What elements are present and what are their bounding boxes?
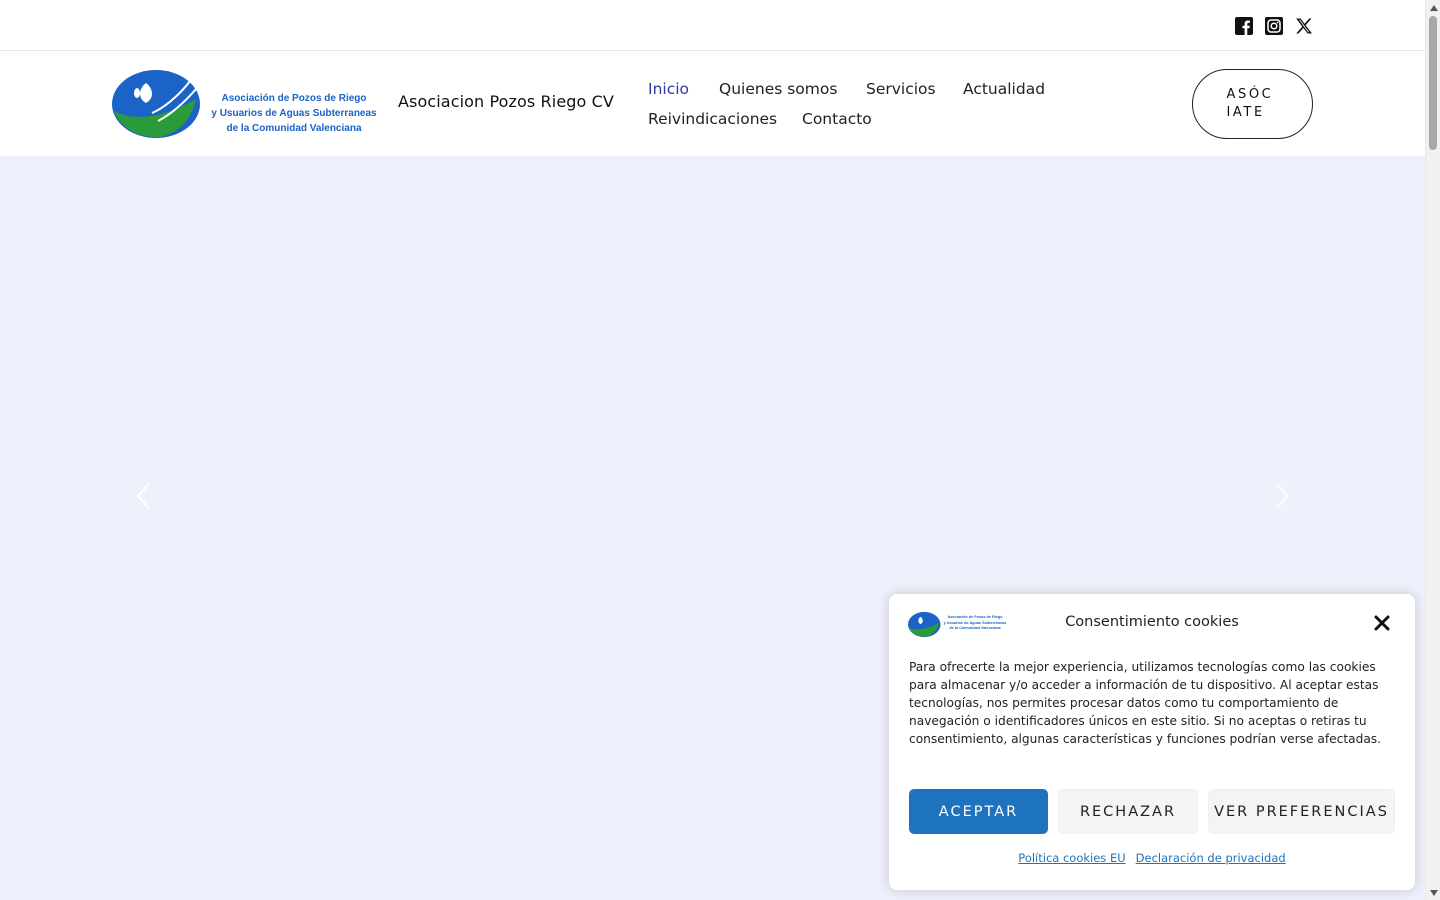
slider-prev-button[interactable] — [132, 480, 156, 512]
scroll-thumb[interactable] — [1429, 16, 1437, 150]
close-icon[interactable] — [1373, 614, 1391, 632]
privacy-statement-link[interactable]: Declaración de privacidad — [1136, 851, 1286, 865]
nav-item-servicios[interactable]: Servicios — [866, 80, 936, 98]
logo-text: Asociación de Pozos de Riego y Usuarios … — [204, 91, 384, 136]
asociate-button-label: ASÓCIATE — [1226, 87, 1274, 120]
nav-item-actualidad[interactable]: Actualidad — [963, 80, 1045, 98]
reject-cookies-button[interactable]: RECHAZAR — [1058, 789, 1198, 834]
logo-text-line: y Usuarios de Aguas Subterraneas — [211, 108, 377, 119]
logo-text-line: de la Comunidad Valenciana — [226, 123, 362, 134]
asociate-button[interactable]: ASÓCIATE — [1192, 69, 1313, 139]
accept-cookies-button[interactable]: ACEPTAR — [909, 789, 1048, 834]
site-title[interactable]: Asociacion Pozos Riego CV — [398, 92, 614, 111]
logo-text-line: Asociación de Pozos de Riego — [221, 93, 367, 104]
chevron-right-icon — [1276, 483, 1290, 509]
site-logo[interactable]: Asociación de Pozos de Riego y Usuarios … — [112, 69, 382, 139]
top-social-bar — [0, 0, 1425, 51]
site-header: Asociación de Pozos de Riego y Usuarios … — [0, 51, 1425, 156]
nav-item-inicio[interactable]: Inicio — [648, 80, 689, 98]
slider-next-button[interactable] — [1270, 480, 1294, 512]
cookie-consent-dialog: Asociación de Pozos de Riego y Usuarios … — [889, 594, 1415, 890]
nav-item-reivindicaciones[interactable]: Reivindicaciones — [648, 110, 777, 128]
x-twitter-icon[interactable] — [1295, 17, 1313, 35]
scroll-down-arrow-icon[interactable] — [1426, 885, 1440, 900]
instagram-icon[interactable] — [1265, 17, 1283, 35]
cookie-title: Consentimiento cookies — [1065, 614, 1239, 630]
cookie-policy-links: Política cookies EU Declaración de priva… — [889, 851, 1415, 865]
facebook-icon[interactable] — [1235, 17, 1253, 35]
cookie-policy-link[interactable]: Política cookies EU — [1018, 851, 1125, 865]
nav-item-contacto[interactable]: Contacto — [802, 110, 872, 128]
chevron-left-icon — [136, 483, 150, 509]
logo-emblem — [112, 70, 200, 138]
nav-item-quienes-somos[interactable]: Quienes somos — [719, 80, 837, 98]
view-preferences-button[interactable]: VER PREFERENCIAS — [1208, 789, 1395, 834]
cookie-description: Para ofrecerte la mejor experiencia, uti… — [909, 660, 1382, 746]
scroll-up-arrow-icon[interactable] — [1426, 0, 1440, 15]
page-scrollbar[interactable] — [1425, 0, 1440, 900]
